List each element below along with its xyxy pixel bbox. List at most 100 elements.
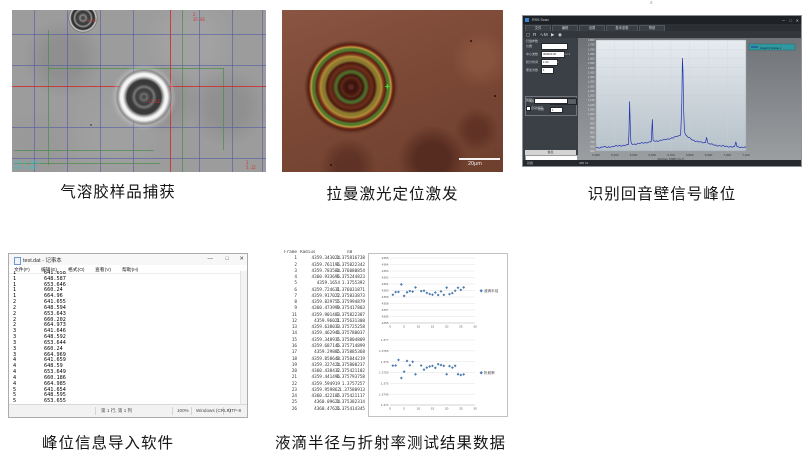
frame-icon[interactable]: ▢ [526, 32, 530, 38]
svg-text:1,300: 1,300 [588, 84, 595, 88]
count-input[interactable]: 1 [550, 107, 563, 114]
svg-text:1,500: 1,500 [588, 66, 595, 70]
svg-text:15: 15 [431, 407, 435, 411]
svg-text:1,350: 1,350 [588, 80, 595, 84]
svg-text:1.3755: 1.3755 [379, 371, 389, 375]
measure-label: 1 5.12 [246, 161, 256, 170]
status-separator [191, 407, 192, 415]
svg-text:650: 650 [590, 144, 595, 148]
svg-text:1.3765: 1.3765 [379, 349, 389, 353]
roi-line [48, 68, 224, 69]
svg-text:10: 10 [417, 325, 421, 329]
minimize-button[interactable]: — [208, 256, 214, 262]
svg-text:1.376: 1.376 [381, 360, 389, 364]
status-separator [95, 407, 96, 415]
maximize-button[interactable]: □ [790, 18, 792, 23]
r-tool-icon[interactable]: R [533, 32, 536, 37]
stray-mark: s [650, 0, 653, 6]
svg-text:1.375: 1.375 [381, 381, 389, 385]
maximize-button[interactable]: □ [226, 256, 229, 262]
encoding: UTF-8 [228, 408, 241, 413]
instrument-select[interactable] [541, 43, 568, 50]
svg-text:6,300: 6,300 [592, 153, 600, 157]
scan-settings-panel: 扫描参数 仪器 中心波数 400000.00 cm-1 积分时间 1.00 s … [523, 38, 578, 160]
caption-aerosol-capture: 气溶胶样品捕获 [12, 180, 224, 202]
svg-text:4360: 4360 [382, 289, 389, 293]
roi-line [14, 150, 154, 151]
svg-text:20: 20 [445, 325, 449, 329]
svg-text:4359: 4359 [382, 295, 389, 299]
svg-text:4364: 4364 [382, 263, 389, 267]
browse-button[interactable]: ... [567, 98, 577, 105]
svg-text:6,500: 6,500 [630, 153, 638, 157]
svg-text:1,150: 1,150 [588, 98, 595, 102]
measure-label: 12.62 [148, 100, 160, 105]
svg-text:30: 30 [473, 407, 477, 411]
app-status-bar: 就绪 488 41 [523, 160, 801, 166]
accumulations-input[interactable]: 1 [541, 67, 554, 74]
record-icon[interactable]: ◉ [558, 32, 562, 38]
chart-legend[interactable]: Graph 0 Frame 1 [749, 44, 795, 50]
svg-text:Graph 0 Frame 1: Graph 0 Frame 1 [760, 46, 782, 50]
minimize-button[interactable]: ─ [782, 18, 785, 23]
panel-header: 扫描参数 [526, 39, 538, 43]
raman-software-window: RSS Scan ─ □ ✕ 文件 编辑 设置 基本参数 帮助 ▢ R ∿M ▶… [522, 15, 802, 167]
center-wavenumber-input[interactable]: 400000.00 [541, 51, 565, 58]
svg-text:1,800: 1,800 [588, 38, 595, 42]
app-icon [525, 18, 529, 22]
field-unit: cm-1 [564, 52, 570, 56]
svg-text:6,700: 6,700 [667, 153, 675, 157]
svg-text:7,000: 7,000 [723, 153, 731, 157]
caption-peak-identification: 识别回音壁信号峰位 [522, 182, 802, 204]
svg-text:1.374: 1.374 [381, 403, 389, 407]
integration-time-input[interactable]: 1.00 [541, 59, 558, 66]
svg-text:4361: 4361 [382, 282, 389, 286]
play-icon[interactable]: ▶ [551, 32, 555, 38]
svg-text:1,600: 1,600 [588, 57, 595, 61]
svg-text:1,050: 1,050 [588, 107, 595, 111]
svg-text:20: 20 [445, 407, 449, 411]
measure-label: 8.12 [87, 19, 97, 24]
svg-text:6,900: 6,900 [705, 153, 713, 157]
notepad-icon [14, 257, 21, 265]
roi-line [223, 68, 224, 150]
field-label: 积分时间 [526, 60, 538, 64]
field-label: 累加次数 [526, 68, 538, 72]
autosave-label: 自动保存 [531, 106, 543, 110]
results-charts: 4365436443634362436143604359435843574356… [368, 253, 508, 417]
title-bar[interactable]: RSS Scan ─ □ ✕ [523, 16, 801, 24]
svg-text:1,650: 1,650 [588, 52, 595, 56]
svg-text:1.377: 1.377 [381, 338, 389, 342]
svg-text:4363: 4363 [382, 269, 389, 273]
roi-line [48, 30, 49, 165]
svg-text:1,750: 1,750 [588, 43, 595, 47]
curve-icon[interactable]: ∿M [540, 32, 548, 38]
field-label: 仪器 [526, 44, 532, 48]
spectrum-chart: 1,8001,7501,7001,6501,6001,5501,5001,450… [578, 38, 802, 162]
close-button[interactable]: ✕ [796, 18, 799, 23]
close-button[interactable]: ✕ [239, 256, 244, 262]
caption-results-data: 液滴半径与折射率测试结果数据 [275, 431, 497, 453]
path-input[interactable] [534, 98, 568, 105]
svg-text:6,600: 6,600 [648, 153, 656, 157]
grid-line [12, 65, 266, 66]
dust-speck [494, 95, 496, 97]
raman-excitation-image: + 20μm [282, 10, 503, 172]
roi-line [182, 10, 183, 172]
vertical-scrollbar[interactable] [240, 271, 247, 404]
svg-text:1,550: 1,550 [588, 61, 595, 65]
title-bar[interactable]: test.dat - 记事本 — □ ✕ [9, 254, 247, 265]
svg-text:850: 850 [590, 126, 595, 130]
svg-text:1,450: 1,450 [588, 70, 595, 74]
svg-text:折射率: 折射率 [484, 370, 495, 375]
svg-text:900: 900 [590, 121, 595, 125]
field-unit: s [557, 60, 558, 64]
svg-text:30: 30 [473, 325, 477, 329]
text-editor-area[interactable]: 1641.6581648.5871653.6461660.241664.9626… [9, 271, 240, 404]
field-label: 中心波数 [526, 52, 538, 56]
spectrum-pane: 1,8001,7501,7001,6501,6001,5501,5001,450… [578, 38, 801, 160]
grid-line [12, 158, 266, 159]
svg-text:1.3745: 1.3745 [379, 392, 389, 396]
svg-text:6,400: 6,400 [611, 153, 619, 157]
table-body: 14359.3430241.37581673824359.7611961.375… [283, 256, 367, 413]
